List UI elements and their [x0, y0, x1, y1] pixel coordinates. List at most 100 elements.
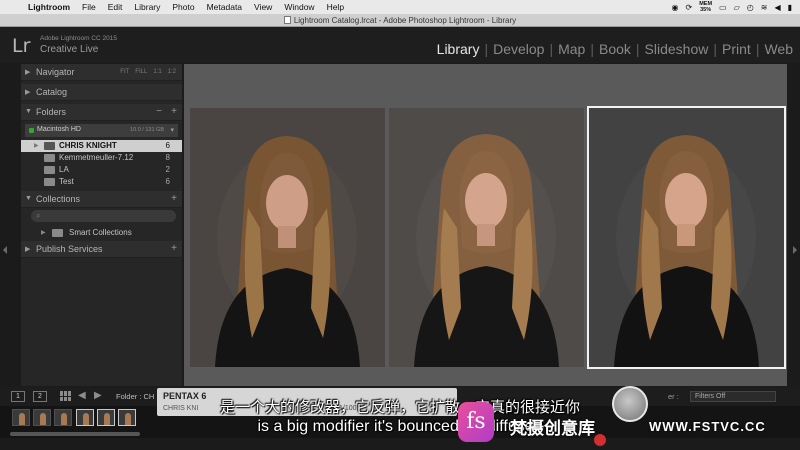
folder-icon: [44, 166, 55, 174]
module-separator: |: [590, 41, 594, 57]
memory-value: 35%: [700, 7, 712, 13]
module-web[interactable]: Web: [761, 41, 796, 57]
search-icon: ⌕: [36, 211, 41, 220]
photo-cell[interactable]: [190, 108, 385, 367]
app-version: Adobe Lightroom CC 2015: [40, 35, 117, 42]
menu-view[interactable]: View: [248, 2, 278, 12]
window-title: Lightroom Catalog.lrcat - Adobe Photosho…: [293, 16, 517, 25]
expand-triangle-icon[interactable]: ▶: [25, 88, 30, 96]
portrait-photo: [589, 108, 784, 367]
add-folder-button[interactable]: +: [171, 106, 177, 117]
folder-count: 6: [165, 177, 170, 186]
folder-name: Test: [59, 177, 74, 186]
catalog-title: Catalog: [36, 87, 68, 97]
module-separator: |: [755, 41, 760, 57]
watermark-chinese: 梵摄创意库: [510, 419, 595, 439]
collapse-triangle-icon[interactable]: ▼: [25, 108, 32, 115]
folder-name: LA: [59, 165, 69, 174]
volume-name: Macintosh HD: [37, 126, 81, 133]
status-icons: ◉ ⟳ MEM 35% ▭ ▱ ◴ ≋ ◀ ▮: [672, 1, 800, 13]
expand-triangle-icon[interactable]: ▶: [25, 68, 30, 76]
menu-file[interactable]: File: [76, 2, 102, 12]
portrait-photo: [190, 108, 385, 367]
module-book[interactable]: Book: [596, 41, 634, 57]
portrait-photo: [389, 108, 584, 367]
folder-expand-icon[interactable]: ▶: [34, 142, 39, 149]
module-print[interactable]: Print: [719, 41, 754, 57]
window-title-bar: Lightroom Catalog.lrcat - Adobe Photosho…: [0, 14, 800, 27]
document-icon: [283, 16, 291, 24]
navigator-zoom-options: FIT FILL 1:1 1:2: [120, 69, 176, 75]
module-picker: Library | Develop | Map | Book | Slidesh…: [434, 41, 796, 57]
add-collection-button[interactable]: +: [171, 193, 177, 204]
collection-filter-input[interactable]: ⌕: [31, 210, 176, 222]
sync-icon[interactable]: ⟳: [685, 3, 692, 12]
menu-library[interactable]: Library: [128, 2, 166, 12]
mac-menu-bar: Lightroom File Edit Library Photo Metada…: [0, 0, 800, 14]
module-develop[interactable]: Develop: [490, 41, 547, 57]
folder-count: 2: [165, 165, 170, 174]
add-publish-service-button[interactable]: +: [171, 243, 177, 254]
clock-icon[interactable]: ◴: [747, 3, 754, 12]
folder-item-test[interactable]: Test 6: [21, 176, 182, 188]
photo-cell-selected[interactable]: [587, 106, 786, 369]
right-panel-toggle-icon[interactable]: [793, 246, 797, 254]
menu-window[interactable]: Window: [278, 2, 320, 12]
left-panel: ▶ Navigator FIT FILL 1:1 1:2 ▶ Catalog ▼…: [21, 64, 182, 386]
zoom-1-2[interactable]: 1:2: [168, 69, 176, 75]
module-library[interactable]: Library: [434, 41, 483, 57]
folders-header[interactable]: ▼ Folders − +: [21, 104, 182, 121]
battery-icon[interactable]: ▮: [788, 3, 792, 12]
navigator-header[interactable]: ▶ Navigator FIT FILL 1:1 1:2: [21, 64, 182, 81]
menu-metadata[interactable]: Metadata: [201, 2, 248, 12]
folder-count: 8: [165, 153, 170, 162]
collections-title: Collections: [36, 194, 81, 204]
menu-help[interactable]: Help: [321, 2, 350, 12]
smart-collections-label: Smart Collections: [69, 228, 132, 237]
zoom-1-1[interactable]: 1:1: [153, 69, 161, 75]
smart-collections-item[interactable]: ▶ Smart Collections: [21, 227, 182, 239]
photo-cell[interactable]: [389, 108, 584, 367]
module-separator: |: [549, 41, 554, 57]
expand-triangle-icon[interactable]: ▶: [25, 245, 30, 253]
volume-size: 10.0 / 131 GB: [130, 127, 164, 133]
smart-collection-icon: [52, 229, 63, 237]
zoom-fit[interactable]: FIT: [120, 69, 129, 75]
catalog-header[interactable]: ▶ Catalog: [21, 84, 182, 101]
menu-photo[interactable]: Photo: [166, 2, 200, 12]
folder-item-kemmetmeuller[interactable]: Kemmetmeuller-7.12 8: [21, 152, 182, 164]
folder-icon: [44, 154, 55, 162]
display-icon[interactable]: ▭: [719, 3, 727, 12]
menu-app-name[interactable]: Lightroom: [22, 2, 76, 12]
folder-name: Kemmetmeuller-7.12: [59, 153, 134, 162]
zoom-fill[interactable]: FILL: [135, 69, 147, 75]
module-separator: |: [484, 41, 489, 57]
wifi-icon[interactable]: ≋: [761, 3, 768, 12]
publish-services-header[interactable]: ▶ Publish Services +: [21, 241, 182, 258]
folder-item-la[interactable]: LA 2: [21, 164, 182, 176]
memory-indicator[interactable]: MEM 35%: [699, 1, 712, 13]
collapse-triangle-icon[interactable]: ▼: [25, 195, 32, 202]
module-slideshow[interactable]: Slideshow: [642, 41, 712, 57]
eye-icon[interactable]: ◉: [672, 3, 679, 12]
menu-edit[interactable]: Edit: [102, 2, 129, 12]
lightroom-app: Lightroom File Edit Library Photo Metada…: [0, 0, 800, 450]
volume-icon[interactable]: ◀: [774, 3, 780, 12]
volume-dropdown-icon[interactable]: ▾: [170, 126, 174, 134]
navigator-title: Navigator: [36, 67, 75, 77]
collections-header[interactable]: ▼ Collections +: [21, 191, 182, 208]
volume-bar[interactable]: Macintosh HD 10.0 / 131 GB ▾: [25, 124, 178, 137]
remove-folder-button[interactable]: −: [156, 106, 162, 117]
identity-name: Creative Live: [40, 44, 99, 55]
left-panel-toggle-icon[interactable]: [3, 246, 7, 254]
expand-triangle-icon[interactable]: ▶: [41, 229, 46, 236]
watermark-logo: fs: [458, 402, 494, 442]
folder-name: CHRIS KNIGHT: [59, 141, 117, 150]
watermark-url: WWW.FSTVC.CC: [649, 419, 766, 434]
module-map[interactable]: Map: [555, 41, 588, 57]
lightroom-logo: Lr: [12, 35, 31, 57]
volume-status-icon: [29, 128, 34, 133]
airplay-icon[interactable]: ▱: [734, 3, 740, 12]
folder-item-chris-knight[interactable]: ▶ CHRIS KNIGHT 6: [21, 140, 182, 152]
module-separator: |: [713, 41, 718, 57]
